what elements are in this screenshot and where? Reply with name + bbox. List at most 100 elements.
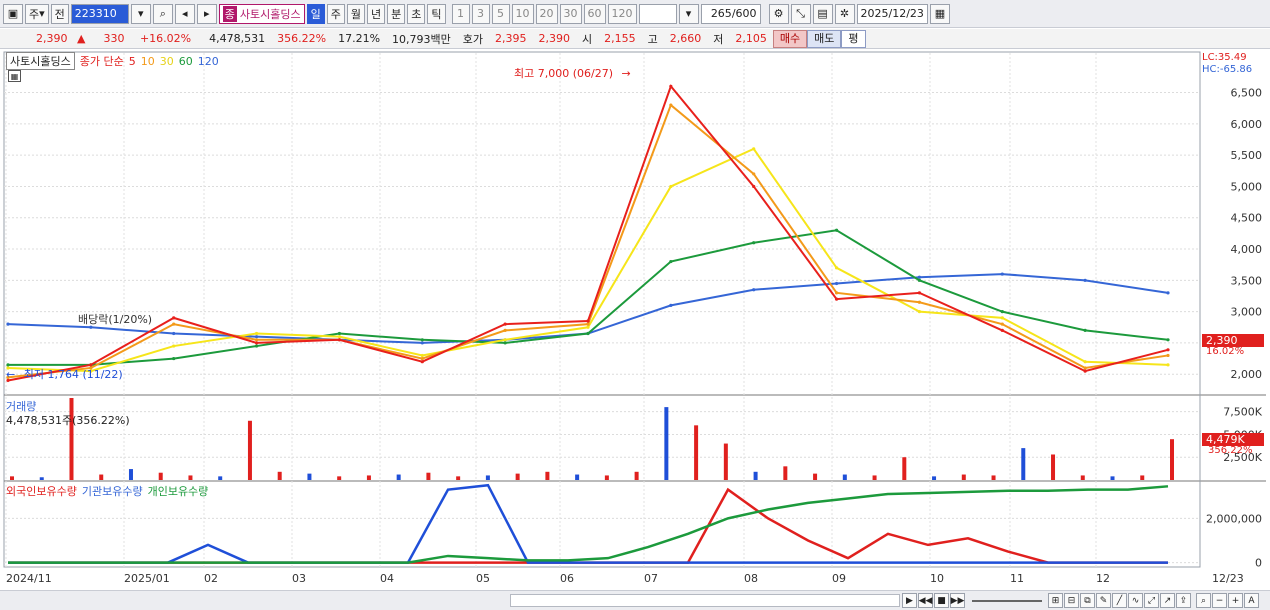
name-badge: 종 (222, 5, 237, 22)
interval-10[interactable]: 10 (511, 3, 534, 24)
period-tab-day[interactable]: 일 (306, 3, 325, 24)
high-note: 최고 7,000 (06/27) (514, 67, 614, 80)
zoom-slider[interactable] (972, 600, 1042, 602)
interval-dropdown-icon[interactable]: ▾ (678, 3, 699, 24)
ma-point-120 (254, 335, 259, 339)
low-label: 저 (713, 32, 724, 46)
period-tab-month[interactable]: 월 (346, 3, 366, 24)
ma-point-10 (586, 322, 590, 326)
y-tick-label: 3,500 (1231, 274, 1263, 287)
y-tick-label: 5,500 (1231, 149, 1263, 162)
trend-icon[interactable]: ⤢ (1144, 593, 1159, 608)
count-field[interactable]: 265/600 (700, 3, 761, 24)
layout-icon[interactable]: ▣ (3, 3, 23, 24)
high-label: 고 (647, 32, 658, 46)
volume-bar (872, 475, 877, 480)
volume-bar (1110, 476, 1115, 480)
ma-point-5 (420, 360, 424, 364)
period-tab-year[interactable]: 년 (367, 3, 386, 24)
compare-icon[interactable]: ⊟ (1064, 593, 1079, 608)
font-size-icon[interactable]: A (1244, 593, 1259, 608)
plus-icon[interactable]: + (1228, 593, 1243, 608)
line-icon[interactable]: ╱ (1112, 593, 1127, 608)
draw-tool-icon[interactable]: ⤡ (790, 3, 811, 24)
ma-point-5 (172, 316, 176, 320)
wave-icon[interactable]: ∿ (1128, 593, 1143, 608)
stop-icon[interactable]: ■ (934, 593, 949, 608)
rewind-icon[interactable]: ◀◀ (918, 593, 933, 608)
code-dropdown-icon[interactable]: ▾ (130, 3, 151, 24)
price-legend: 사토시홀딩스 종가 단순 5 10 30 60 120 (6, 52, 219, 70)
stock-code-input[interactable]: 223310 (70, 3, 129, 24)
speaker-icon[interactable]: ◂ (174, 3, 195, 24)
table-icon[interactable]: ▦ (8, 70, 21, 82)
chart-svg[interactable]: 2,0002,5003,0003,5004,0004,5005,0005,500… (0, 50, 1270, 590)
eval-button[interactable]: 평 (841, 29, 866, 48)
fast-forward-icon[interactable]: ▶▶ (950, 593, 965, 608)
ma-point-30 (420, 353, 424, 358)
search-icon[interactable]: ⌕ (152, 3, 173, 24)
ma-point-10 (834, 291, 839, 295)
bid-price: 2,395 (495, 32, 527, 45)
magnifier-icon[interactable]: ⌕ (1196, 593, 1211, 608)
ma-point-120 (834, 281, 839, 286)
zoom-icon[interactable]: ⊞ (1048, 593, 1063, 608)
draw-icon[interactable]: ✎ (1096, 593, 1111, 608)
arrow-icon[interactable]: ▸ (196, 3, 217, 24)
settings-sliders-icon[interactable]: ⚙ (768, 3, 789, 24)
interval-120[interactable]: 120 (607, 3, 637, 24)
arrow-tool-icon[interactable]: ↗ (1160, 593, 1175, 608)
toolbar: ▣ 주 ▾ 전 223310 ▾ ⌕ ◂ ▸ 종 사토시홀딩스 일 주 월 년 분… (0, 0, 1270, 28)
interval-30[interactable]: 30 (559, 3, 582, 24)
volume-bar (575, 474, 580, 480)
volume-bar (366, 475, 371, 480)
volume-bar (396, 474, 401, 480)
volume-bar (723, 443, 728, 480)
x-tick-label: 02 (204, 572, 218, 585)
chart-area[interactable]: 2,0002,5003,0003,5004,0004,5005,0005,500… (0, 50, 1270, 590)
volume-bar (188, 475, 193, 480)
ma-point-30 (669, 184, 673, 189)
low-price: 2,105 (735, 32, 767, 45)
interval-60[interactable]: 60 (583, 3, 606, 24)
type-select[interactable]: 주 ▾ (25, 3, 49, 24)
period-tab-tick[interactable]: 틱 (427, 3, 446, 24)
stock-name[interactable]: 종 사토시홀딩스 (218, 3, 305, 24)
minus-icon[interactable]: − (1212, 593, 1227, 608)
ma-point-120 (1083, 278, 1087, 282)
period-tab-week[interactable]: 주 (326, 3, 345, 24)
volume: 4,478,531 (209, 32, 266, 45)
x-tick-label: 2025/01 (124, 572, 170, 585)
volume-bar (545, 471, 550, 480)
price-panel-title: 사토시홀딩스 (6, 52, 75, 70)
turnover: 17.21% (338, 32, 381, 45)
volume-bar (1051, 454, 1056, 480)
ma-line-10 (7, 103, 1169, 379)
interval-1[interactable]: 1 (451, 3, 470, 24)
interval-3[interactable]: 3 (471, 3, 490, 24)
sell-button[interactable]: 매도 (807, 29, 842, 48)
period-tab-second[interactable]: 초 (407, 3, 426, 24)
bid-label: 호가 (462, 32, 484, 46)
interval-20[interactable]: 20 (535, 3, 558, 24)
copy-icon[interactable]: ⧉ (1080, 593, 1095, 608)
interval-5[interactable]: 5 (491, 3, 510, 24)
holding-line-0 (8, 487, 1168, 564)
ma-line-30 (7, 147, 1169, 373)
horizontal-scrollbar[interactable] (510, 594, 900, 607)
buy-button[interactable]: 매수 (772, 29, 808, 48)
interval-input[interactable] (638, 3, 677, 24)
last-pct-tag: 16.02% (1206, 346, 1245, 357)
period-tab-minute[interactable]: 분 (387, 3, 406, 24)
export-icon[interactable]: ⇪ (1176, 593, 1191, 608)
gear-icon[interactable]: ✲ (834, 3, 855, 24)
quote-bar: 2,390 ▲ 330 +16.02% 4,478,531 356.22% 17… (0, 29, 1270, 49)
volume-bar (158, 472, 163, 480)
ma-point-60 (254, 344, 259, 348)
scroll-right-icon[interactable]: ▶ (902, 593, 917, 608)
x-tick-label: 08 (744, 572, 758, 585)
save-icon[interactable]: ▤ (812, 3, 833, 24)
date-field[interactable]: 2025/12/23 (856, 3, 928, 24)
prev-button[interactable]: 전 (50, 3, 69, 24)
calendar-icon[interactable]: ▦ (929, 3, 950, 24)
